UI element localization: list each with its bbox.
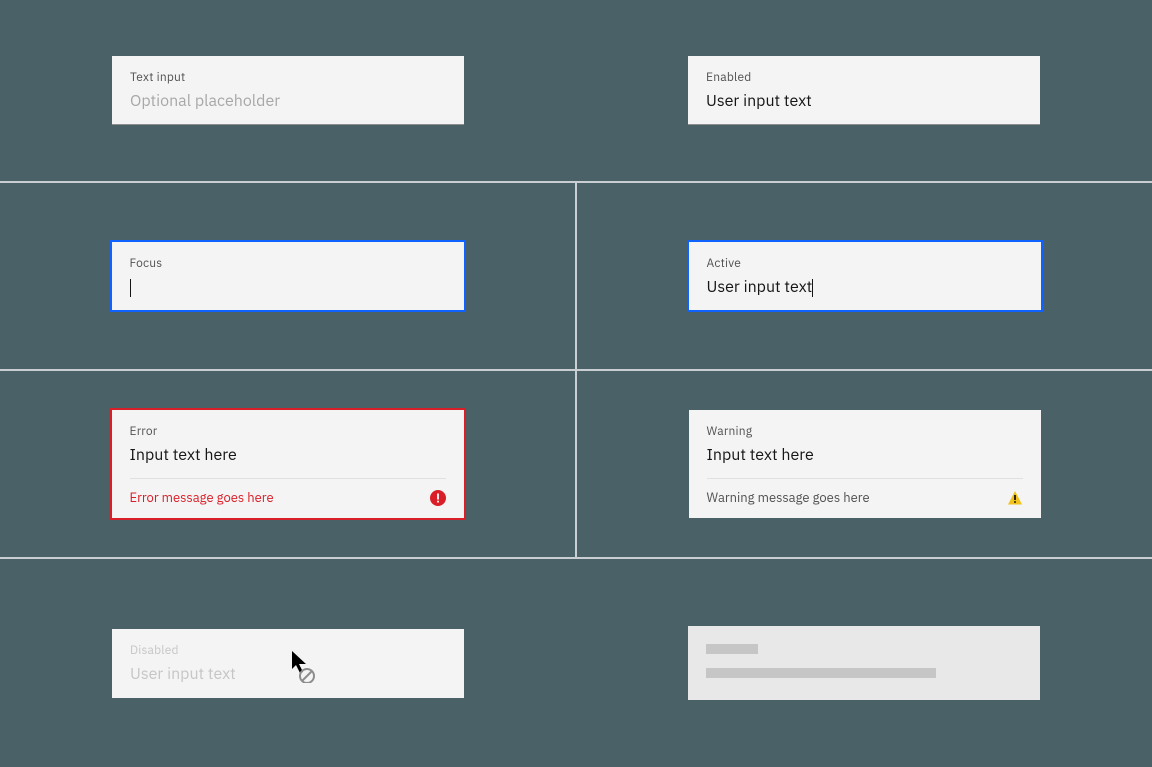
text-input-skeleton (688, 626, 1040, 700)
cell-active: Active User input text (576, 182, 1152, 370)
field-value: User input text (706, 91, 1022, 112)
field-value: User input text (707, 277, 1023, 298)
text-input-disabled: Disabled User input text (112, 629, 464, 698)
text-input-states-grid: Text input Optional placeholder Enabled … (0, 0, 1152, 767)
text-caret-icon (130, 279, 131, 297)
field-value (130, 277, 446, 298)
cell-default: Text input Optional placeholder (0, 0, 576, 182)
warning-message-row: Warning message goes here (689, 479, 1041, 518)
text-input-default[interactable]: Text input Optional placeholder (112, 56, 464, 125)
field-value: Input text here (130, 445, 446, 466)
field-label: Enabled (706, 70, 1022, 85)
error-message-text: Error message goes here (130, 489, 274, 506)
skeleton-value-bar (706, 668, 936, 678)
cell-warning: Warning Input text here Warning message … (576, 370, 1152, 558)
field-label: Focus (130, 256, 446, 271)
field-value: User input text (130, 664, 446, 685)
cell-enabled: Enabled User input text (576, 0, 1152, 182)
cell-error: Error Input text here Error message goes… (0, 370, 576, 558)
warning-filled-icon (1007, 490, 1023, 506)
text-caret-icon (812, 279, 813, 297)
field-label: Text input (130, 70, 446, 85)
field-label: Warning (707, 424, 1023, 439)
field-label: Error (130, 424, 446, 439)
text-input-active[interactable]: Active User input text (689, 242, 1041, 310)
field-placeholder: Optional placeholder (130, 91, 446, 112)
field-label: Active (707, 256, 1023, 271)
error-message-row: Error message goes here (112, 479, 464, 518)
text-input-enabled[interactable]: Enabled User input text (688, 56, 1040, 125)
error-filled-icon (430, 490, 446, 506)
field-value: Input text here (707, 445, 1023, 466)
text-input-focus[interactable]: Focus (112, 242, 464, 310)
text-input-warning[interactable]: Warning Input text here Warning message … (689, 410, 1041, 518)
cell-focus: Focus (0, 182, 576, 370)
text-input-error[interactable]: Error Input text here Error message goes… (112, 410, 464, 518)
warning-message-text: Warning message goes here (707, 489, 870, 506)
field-label: Disabled (130, 643, 446, 658)
cell-skeleton (576, 558, 1152, 767)
skeleton-label-bar (706, 644, 758, 654)
cell-disabled: Disabled User input text (0, 558, 576, 767)
